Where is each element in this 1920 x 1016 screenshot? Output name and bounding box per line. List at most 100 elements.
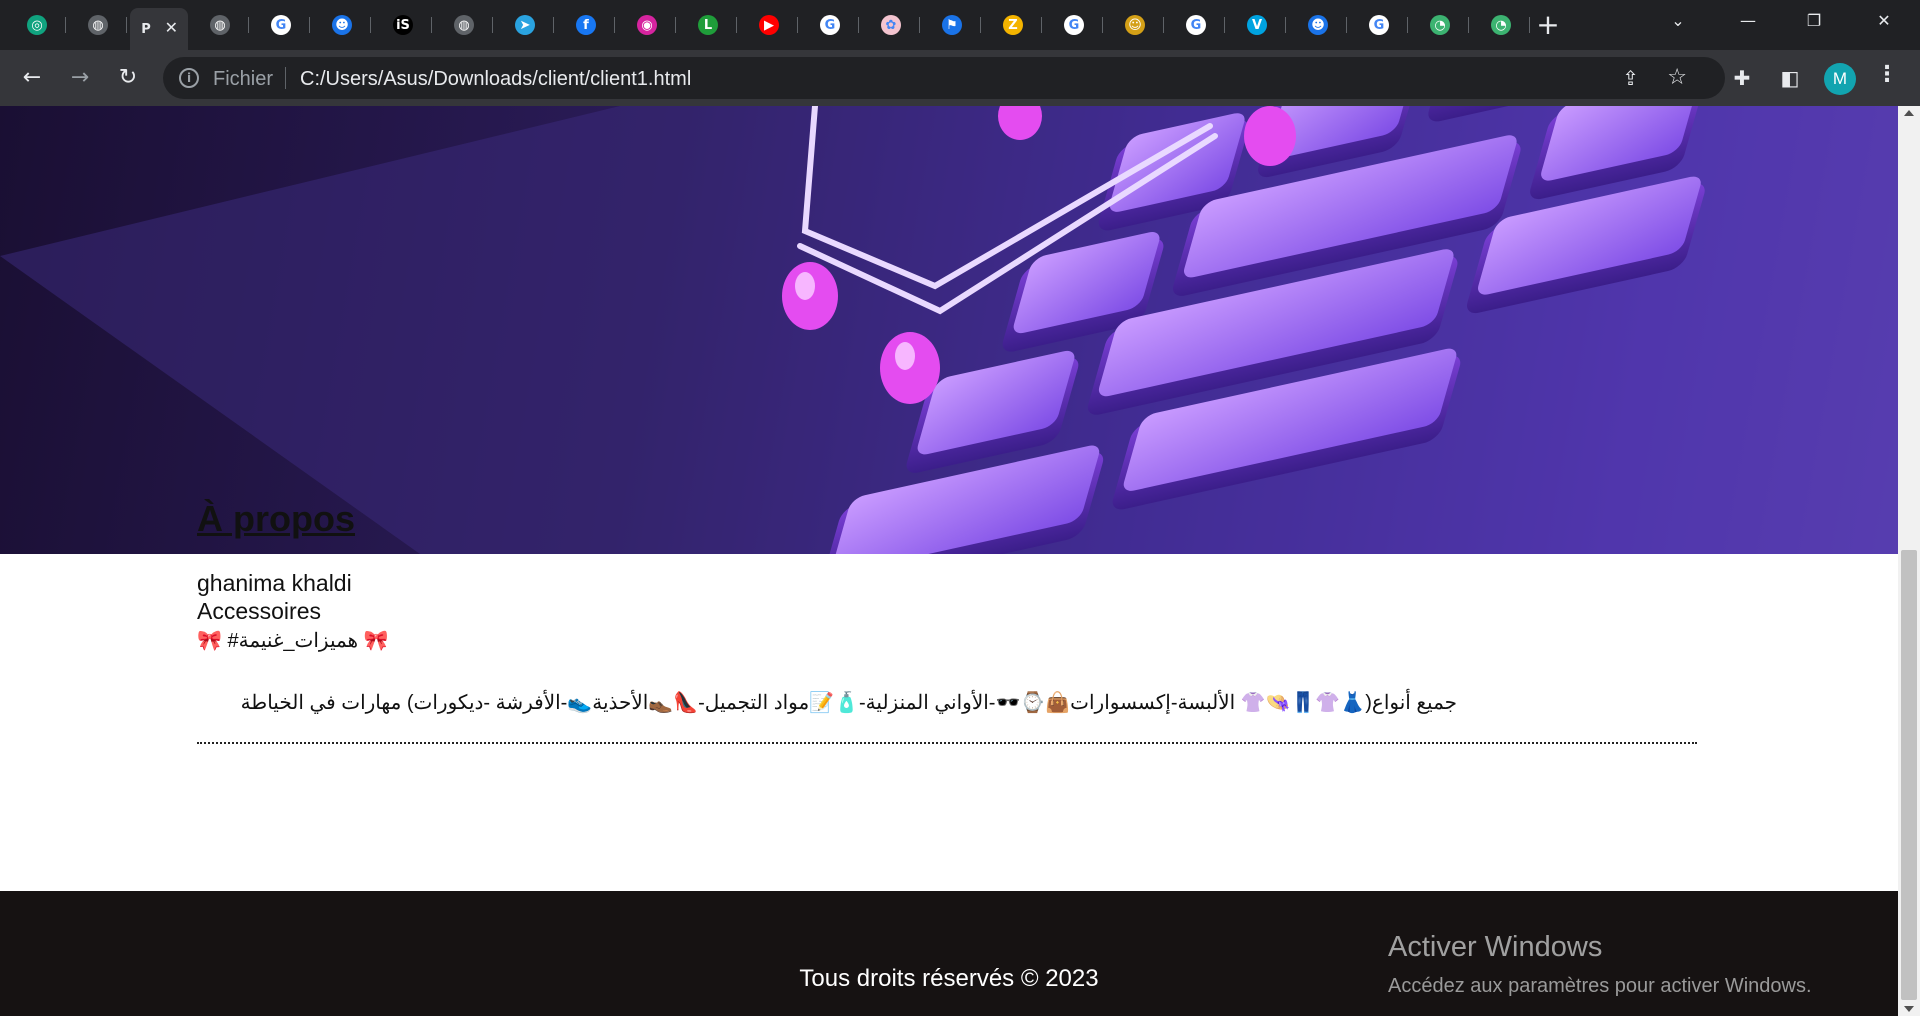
green-chat-icon: ◔ (1491, 15, 1511, 35)
browser-tab[interactable]: ⚑ (923, 8, 981, 42)
tab-separator (1224, 17, 1225, 33)
browser-toolbar: ← → ↻ i Fichier C:/Users/Asus/Downloads/… (0, 50, 1920, 106)
browser-tab[interactable]: P ✕ (130, 8, 188, 50)
tab-separator (431, 17, 432, 33)
browser-tab[interactable]: G (801, 8, 859, 42)
tab-separator (675, 17, 676, 33)
tab-separator (858, 17, 859, 33)
is-icon: iS (393, 15, 413, 35)
telegram-icon: ➤ (515, 15, 535, 35)
shop-description: جميع أنواع(👗👚👖👒👚 الألبسة-إكسسوارات👜⌚🕶️-ا… (240, 692, 1457, 714)
browser-tab[interactable]: Z (984, 8, 1042, 42)
browser-tab[interactable]: ☻ (313, 8, 371, 42)
tab-separator (980, 17, 981, 33)
forward-button[interactable]: → (64, 62, 96, 94)
share-icon[interactable]: ⇪ (1622, 66, 1639, 90)
hero-image (0, 106, 1898, 554)
scroll-up-arrow-icon[interactable] (1904, 110, 1914, 116)
ghost-icon: ☺ (1125, 15, 1145, 35)
owner-name: ghanima khaldi (197, 570, 352, 596)
flag-icon: ⚑ (942, 15, 962, 35)
tab-separator (492, 17, 493, 33)
tab-search-icon[interactable]: ⌄ (1650, 0, 1706, 42)
google-icon: G (271, 15, 291, 35)
tab-separator (553, 17, 554, 33)
browser-tab[interactable]: iS (374, 8, 432, 42)
page-footer: Tous droits réservés © 2023 Activer Wind… (0, 891, 1898, 1016)
browser-tab[interactable]: ☺ (1106, 8, 1164, 42)
tab-separator (797, 17, 798, 33)
tab-separator (1102, 17, 1103, 33)
browser-tab[interactable]: ◍ (191, 8, 249, 42)
restore-button[interactable]: ❐ (1786, 0, 1842, 42)
bot-icon: ☻ (332, 15, 352, 35)
scroll-down-arrow-icon[interactable] (1904, 1006, 1914, 1012)
browser-tab[interactable]: ➤ (496, 8, 554, 42)
z-icon: Z (1003, 15, 1023, 35)
globe-icon: ◍ (88, 15, 108, 35)
about-title: À propos (197, 498, 355, 539)
scroll-thumb[interactable] (1901, 550, 1917, 1000)
browser-tab[interactable]: ◔ (1411, 8, 1469, 42)
extensions-icon[interactable]: ✚ (1728, 64, 1756, 92)
tab-separator (370, 17, 371, 33)
tab-separator (1041, 17, 1042, 33)
l-icon: L (698, 15, 718, 35)
tab-separator (1285, 17, 1286, 33)
minimize-button[interactable]: — (1720, 0, 1776, 42)
tab-separator (1407, 17, 1408, 33)
bookmark-star-icon[interactable]: ☆ (1667, 65, 1687, 90)
browser-tab[interactable]: ◉ (618, 8, 676, 42)
section-divider (197, 742, 1697, 744)
menu-kebab-icon[interactable]: ⋮ (1876, 62, 1898, 87)
tab-separator (1529, 17, 1530, 33)
close-window-button[interactable]: ✕ (1856, 0, 1912, 42)
close-tab-icon[interactable]: ✕ (165, 18, 178, 37)
shop-hashtag: 🎀 #هميزات_غنيمة 🎀 (197, 630, 389, 652)
google-icon: G (1369, 15, 1389, 35)
back-button[interactable]: ← (16, 62, 48, 94)
google-icon: G (820, 15, 840, 35)
address-bar[interactable]: i Fichier C:/Users/Asus/Downloads/client… (163, 57, 1725, 99)
browser-tab[interactable]: G (252, 8, 310, 42)
v-icon: V (1247, 15, 1267, 35)
browser-tab[interactable]: f (557, 8, 615, 42)
browser-tab[interactable]: V (1228, 8, 1286, 42)
browser-tab[interactable]: ▶ (740, 8, 798, 42)
side-panel-icon[interactable]: ◧ (1776, 64, 1804, 92)
page-icon: P (141, 21, 151, 37)
address-divider (285, 67, 286, 89)
browser-tab[interactable]: ✿ (862, 8, 920, 42)
tab-separator (1346, 17, 1347, 33)
vertical-scrollbar[interactable] (1898, 106, 1920, 1016)
browser-tab[interactable]: ◍ (69, 8, 127, 42)
reload-button[interactable]: ↻ (112, 62, 144, 94)
tab-separator (65, 17, 66, 33)
new-tab-button[interactable]: + (1532, 10, 1564, 42)
instagram-icon: ◉ (637, 15, 657, 35)
site-info-icon[interactable]: i (179, 68, 199, 88)
globe-icon: ◍ (454, 15, 474, 35)
browser-tab[interactable]: G (1045, 8, 1103, 42)
green-chat-icon: ◔ (1430, 15, 1450, 35)
tab-separator (614, 17, 615, 33)
youtube-icon: ▶ (759, 15, 779, 35)
google-icon: G (1064, 15, 1084, 35)
browser-tab[interactable]: ☻ (1289, 8, 1347, 42)
url-text[interactable]: C:/Users/Asus/Downloads/client/client1.h… (300, 68, 691, 91)
browser-tab[interactable]: L (679, 8, 737, 42)
browser-tab[interactable]: ◍ (435, 8, 493, 42)
page-viewport: À propos ghanima khaldi Accessoires 🎀 #ه… (0, 106, 1898, 1016)
tab-separator (1468, 17, 1469, 33)
tab-separator (736, 17, 737, 33)
browser-tab[interactable]: G (1350, 8, 1408, 42)
tab-separator (309, 17, 310, 33)
facebook-icon: f (576, 15, 596, 35)
browser-tab[interactable]: ◔ (1472, 8, 1530, 42)
tab-separator (919, 17, 920, 33)
pink-logo-icon: ✿ (881, 15, 901, 35)
tab-separator (1163, 17, 1164, 33)
browser-tab[interactable]: ◎ (8, 8, 66, 42)
profile-avatar[interactable]: M (1824, 63, 1856, 95)
browser-tab[interactable]: G (1167, 8, 1225, 42)
